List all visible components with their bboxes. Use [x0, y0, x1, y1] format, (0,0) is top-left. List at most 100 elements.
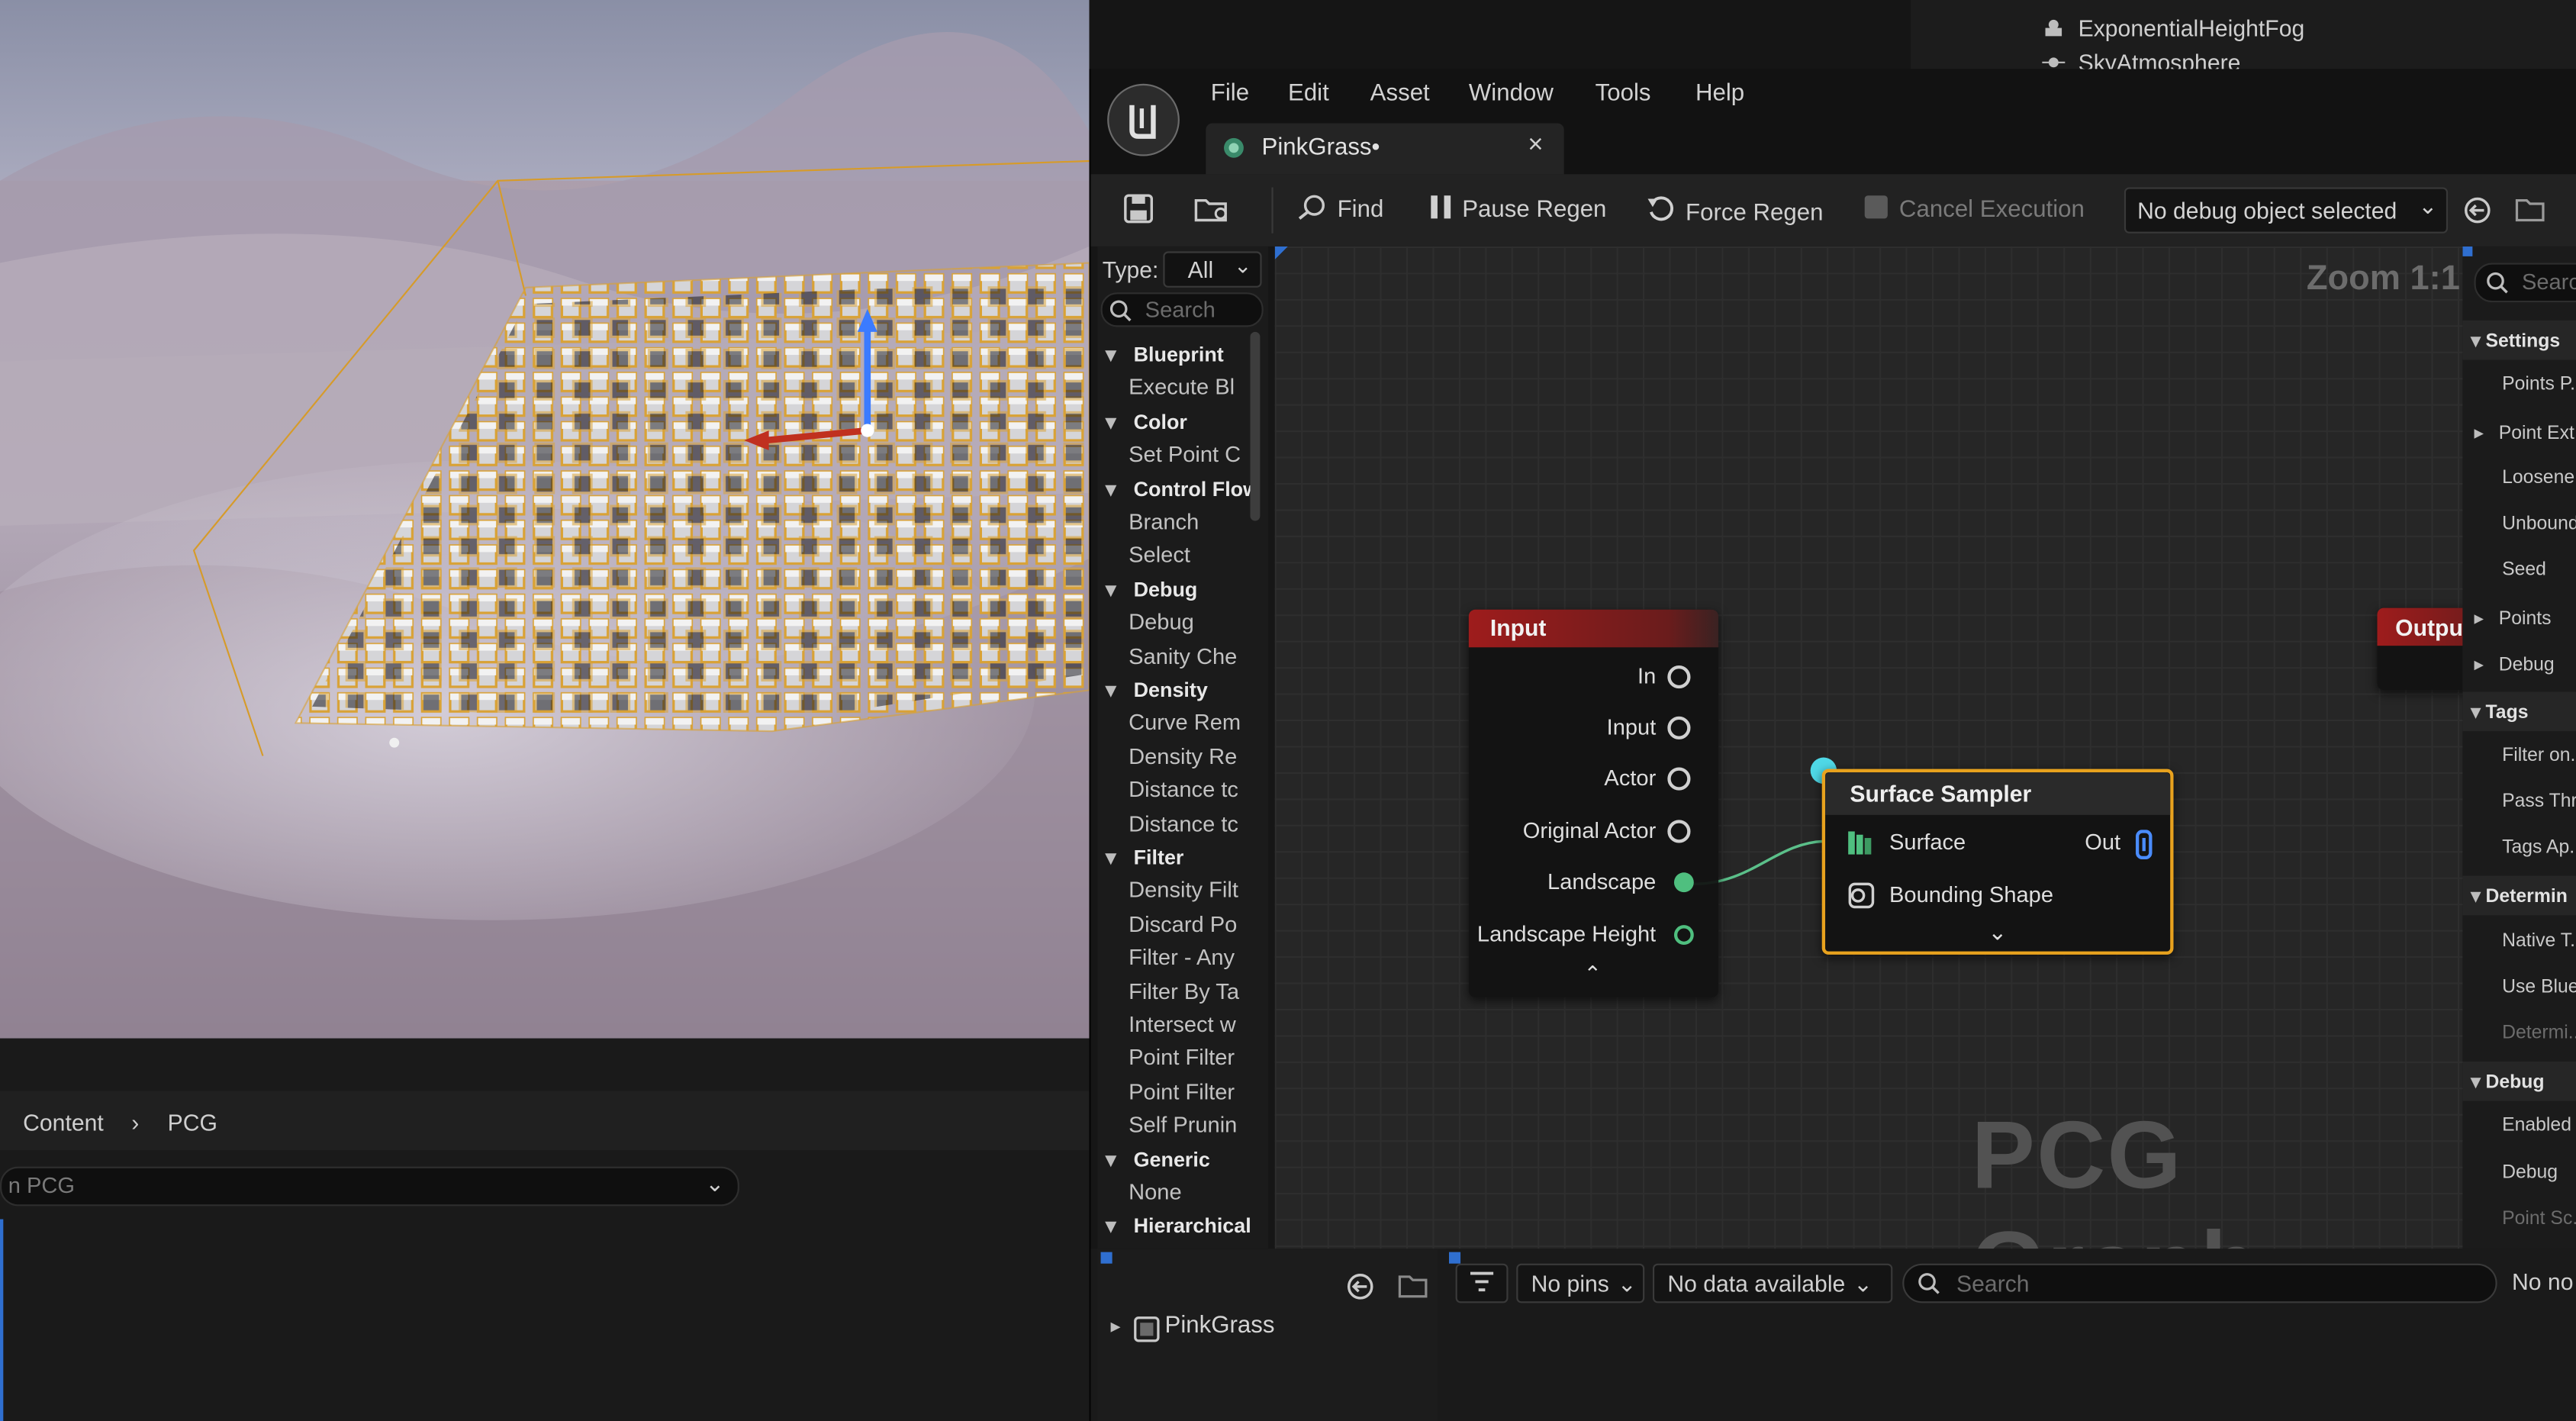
out-pin-icon[interactable] [2135, 830, 2153, 868]
palette-item[interactable]: Distance tc [1097, 811, 1268, 836]
menu-tools[interactable]: Tools [1596, 80, 1651, 106]
graph-canvas[interactable]: Zoom 1:1 PCG Graph Input In Input Actor … [1274, 246, 2463, 1249]
palette-row-label: Filter [1133, 846, 1184, 869]
palette-item[interactable]: Set Point C [1097, 443, 1268, 467]
tab-pinkgrass[interactable]: PinkGrass• × [1206, 123, 1564, 175]
details-property[interactable]: Tags Ap... [2462, 838, 2576, 858]
back-arrow-icon[interactable] [1345, 1271, 1375, 1310]
details-property[interactable]: Use Blue... [2462, 978, 2576, 997]
content-search-input[interactable]: n PCG ⌄ [0, 1166, 739, 1207]
close-tab-icon[interactable]: × [1528, 131, 1543, 161]
details-category[interactable]: ▾ Debug [2462, 1062, 2576, 1101]
output-node[interactable]: Outpu [2377, 607, 2463, 691]
pause-regen-button[interactable]: Pause Regen [1429, 194, 1606, 227]
pin-original-actor-icon[interactable] [1667, 820, 1691, 843]
pin-landscape-icon[interactable] [1673, 872, 1694, 893]
breadcrumb-content[interactable]: Content [23, 1109, 104, 1135]
palette-category[interactable]: ▾ Filter [1097, 845, 1268, 869]
palette-search-input[interactable]: Search [1100, 292, 1264, 327]
palette-category[interactable]: ▾ Blueprint [1097, 342, 1268, 366]
surface-pin-icon[interactable] [1847, 830, 1872, 864]
browse-icon[interactable] [2515, 195, 2545, 234]
back-arrow-icon[interactable] [2462, 195, 2492, 234]
palette-item[interactable]: Point Filter [1097, 1046, 1268, 1070]
palette-item[interactable]: Density Filt [1097, 878, 1268, 903]
palette-item[interactable]: Point Filter [1097, 1079, 1268, 1104]
breadcrumb-pcg[interactable]: PCG [168, 1109, 217, 1135]
browse-folder-icon[interactable] [1194, 194, 1230, 232]
palette-item[interactable]: Execute Bl [1097, 375, 1268, 400]
chevron-down-icon[interactable]: ⌄ [705, 1170, 724, 1198]
palette-category[interactable]: ▾ Debug [1097, 576, 1268, 601]
palette-item[interactable]: Debug [1097, 610, 1268, 634]
palette-category[interactable]: ▾ Hierarchical [1097, 1213, 1268, 1238]
details-property[interactable]: Loosene... [2462, 468, 2576, 488]
details-property[interactable]: Pass Thr... [2462, 792, 2576, 812]
collapse-pins-icon[interactable]: ⌃ [1584, 962, 1602, 988]
input-node[interactable]: Input In Input Actor Original Actor Land… [1468, 609, 1719, 997]
level-viewport[interactable] [0, 0, 1090, 1039]
save-icon[interactable] [1124, 194, 1154, 232]
bounding-shape-pin-icon[interactable] [1848, 882, 1875, 917]
details-property[interactable]: Determi... [2462, 1023, 2576, 1043]
force-regen-button[interactable]: Force Regen [1646, 194, 1824, 230]
find-button[interactable]: Find [1298, 194, 1383, 227]
type-filter-select[interactable]: All ⌄ [1163, 251, 1262, 288]
palette-item[interactable]: Discard Po [1097, 912, 1268, 936]
pin-actor-icon[interactable] [1667, 767, 1691, 791]
palette-item[interactable]: None [1097, 1180, 1268, 1204]
menu-window[interactable]: Window [1469, 80, 1554, 106]
palette-item[interactable]: Sanity Che [1097, 643, 1268, 668]
palette-category[interactable]: ▾ Density [1097, 677, 1268, 701]
details-category[interactable]: ▾ Tags [2462, 691, 2576, 731]
expand-arrow-icon[interactable]: ▸ [1110, 1314, 1120, 1337]
details-group[interactable]: ▸ Points [2462, 607, 2576, 630]
filter-button[interactable] [1455, 1263, 1509, 1303]
palette-category[interactable]: ▾ Color [1097, 409, 1268, 433]
pins-filter-select[interactable]: No pins ⌄ [1516, 1263, 1645, 1303]
palette-item[interactable]: Filter By Ta [1097, 978, 1268, 1003]
palette-item[interactable]: Density Re [1097, 744, 1268, 768]
debug-object-select[interactable]: No debug object selected ⌄ [2124, 187, 2449, 234]
details-property[interactable]: Seed [2462, 560, 2576, 580]
details-property[interactable]: Filter on... [2462, 746, 2576, 765]
tree-item-pinkgrass[interactable]: PinkGrass [1165, 1313, 1275, 1339]
menu-help[interactable]: Help [1695, 80, 1744, 106]
details-property[interactable]: Unbound... [2462, 514, 2576, 533]
palette-item[interactable]: Self Prunin [1097, 1113, 1268, 1137]
menu-file[interactable]: File [1211, 80, 1249, 106]
palette-item[interactable]: Distance tc [1097, 778, 1268, 802]
details-property[interactable]: Debug [2462, 1162, 2576, 1182]
palette-scrollbar[interactable] [1250, 331, 1261, 521]
details-group[interactable]: ▸ Point Ext... [2462, 421, 2576, 444]
palette-category[interactable]: ▾ Generic [1097, 1146, 1268, 1171]
menu-edit[interactable]: Edit [1288, 80, 1329, 106]
cancel-execution-button[interactable]: Cancel Execution [1863, 194, 2085, 227]
palette-item[interactable]: Branch [1097, 509, 1268, 533]
menu-asset[interactable]: Asset [1370, 80, 1430, 106]
pin-input-icon[interactable] [1667, 716, 1691, 740]
palette-item[interactable]: Filter - Any [1097, 945, 1268, 969]
pin-landscape-height-icon[interactable] [1673, 925, 1694, 946]
unreal-logo-icon[interactable] [1107, 83, 1180, 156]
details-category[interactable]: ▾ Determin [2462, 876, 2576, 917]
surface-sampler-node[interactable]: Surface Sampler Surface Out Bounding Sha… [1821, 768, 2174, 955]
details-property[interactable]: Points P... [2462, 375, 2576, 395]
data-search-input[interactable]: Search [1902, 1263, 2497, 1303]
browse-icon[interactable] [1398, 1271, 1428, 1310]
palette-item[interactable]: Select [1097, 543, 1268, 567]
details-group[interactable]: ▸ Debug [2462, 653, 2576, 676]
pin-in-icon[interactable] [1667, 665, 1691, 689]
details-search-input[interactable]: Searc [2474, 263, 2576, 303]
outliner-item-exponentialheightfog[interactable]: ExponentialHeightFog [2042, 14, 2304, 41]
details-property[interactable]: Enabled [2462, 1116, 2576, 1136]
palette-item[interactable]: Intersect w [1097, 1012, 1268, 1036]
data-filter-select[interactable]: No data available ⌄ [1652, 1263, 1893, 1303]
details-property[interactable]: Point Sc... [2462, 1209, 2576, 1229]
palette-item[interactable]: Curve Rem [1097, 710, 1268, 735]
expand-pins-icon[interactable]: ⌄ [1988, 919, 2007, 947]
details-category[interactable]: ▾ Settings [2462, 320, 2576, 360]
palette-category[interactable]: ▾ Control Flow [1097, 476, 1268, 501]
expand-arrow-icon: ▸ [2474, 610, 2489, 630]
details-property[interactable]: Native T... [2462, 931, 2576, 951]
